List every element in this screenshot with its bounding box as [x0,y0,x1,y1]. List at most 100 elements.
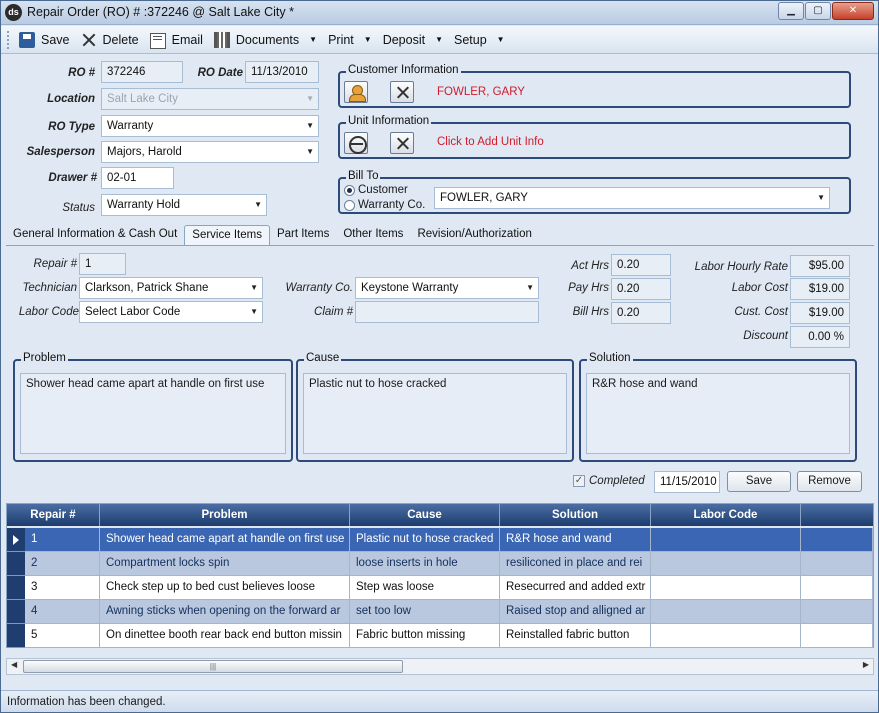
cell-cause[interactable]: Step was loose [350,576,500,600]
table-row[interactable]: 2 Compartment locks spin loose inserts i… [7,552,873,576]
tab-service-items[interactable]: Service Items [184,225,270,246]
solution-textarea[interactable]: R&R hose and wand [586,373,850,454]
cell-labor-code[interactable] [651,552,801,576]
status-select[interactable]: Warranty Hold [101,194,267,216]
labor-cost-field[interactable]: $19.00 [790,278,850,300]
setup-menu[interactable]: Setup ▼ [451,29,513,51]
cell-problem[interactable]: On dinettee booth rear back end button m… [100,624,350,648]
completed-date-field[interactable]: 11/15/2010 [654,471,720,493]
column-header-problem[interactable]: Problem [100,504,350,526]
ro-date-field[interactable]: 11/13/2010 [245,61,319,83]
drawer-label: Drawer # [48,172,97,184]
close-icon[interactable]: ✕ [832,2,874,20]
add-unit-info-link[interactable]: Click to Add Unit Info [437,136,544,148]
clear-unit-button[interactable] [390,132,414,154]
scrollbar-thumb[interactable]: ||| [23,660,403,673]
cell-problem[interactable]: Compartment locks spin [100,552,350,576]
maximize-icon[interactable]: ▢ [805,2,831,20]
table-row[interactable]: 1 Shower head came apart at handle on fi… [7,528,873,552]
discount-field[interactable]: 0.00 % [790,326,850,348]
cell-cause[interactable]: Fabric button missing [350,624,500,648]
act-hrs-field[interactable]: 0.20 [611,254,671,276]
cell-solution[interactable]: R&R hose and wand [500,528,651,552]
print-menu[interactable]: Print ▼ [325,29,380,51]
remove-item-button[interactable]: Remove [797,471,862,492]
cell-blank [801,600,873,624]
cell-repair[interactable]: 3 [25,576,100,600]
column-header-cause[interactable]: Cause [350,504,500,526]
select-customer-button[interactable] [344,81,368,103]
chevron-down-icon: ▼ [496,35,505,44]
cust-cost-field[interactable]: $19.00 [790,302,850,324]
bill-to-warranty-radio[interactable]: Warranty Co. [344,199,425,211]
deposit-menu[interactable]: Deposit ▼ [380,29,451,51]
cell-repair[interactable]: 1 [25,528,100,552]
bill-to-title: Bill To [346,170,381,182]
drawer-field[interactable]: 02-01 [101,167,174,189]
documents-menu[interactable]: Documents ▼ [211,29,325,51]
cell-labor-code[interactable] [651,600,801,624]
salesperson-select[interactable]: Majors, Harold [101,141,319,163]
save-item-button[interactable]: Save [727,471,791,492]
ro-number-field[interactable]: 372246 [101,61,183,83]
table-row[interactable]: 5 On dinettee booth rear back end button… [7,624,873,648]
cell-repair[interactable]: 5 [25,624,100,648]
horizontal-scrollbar[interactable]: ◀ ||| ▶ [6,658,874,675]
cell-repair[interactable]: 2 [25,552,100,576]
cell-problem[interactable]: Awning sticks when opening on the forwar… [100,600,350,624]
email-button[interactable]: Email [147,29,211,51]
scroll-right-icon[interactable]: ▶ [863,660,869,669]
row-selector[interactable] [7,576,25,600]
grid-header: Repair # Problem Cause Solution Labor Co… [7,504,873,526]
scroll-left-icon[interactable]: ◀ [11,660,17,669]
cell-problem[interactable]: Shower head came apart at handle on firs… [100,528,350,552]
bill-hrs-field[interactable]: 0.20 [611,302,671,324]
tab-part-items[interactable]: Part Items [270,225,336,246]
location-select[interactable]: Salt Lake City [101,88,319,110]
cell-solution[interactable]: Raised stop and alligned ar [500,600,651,624]
column-header-repair[interactable]: Repair # [7,504,100,526]
repair-number-field[interactable]: 1 [79,253,126,275]
cell-problem[interactable]: Check step up to bed cust believes loose [100,576,350,600]
row-selector[interactable] [7,624,25,648]
completed-checkbox[interactable]: ✓ [573,475,585,487]
cell-cause[interactable]: set too low [350,600,500,624]
cell-repair[interactable]: 4 [25,600,100,624]
column-header-solution[interactable]: Solution [500,504,651,526]
labor-hourly-rate-field[interactable]: $95.00 [790,255,850,277]
cell-labor-code[interactable] [651,624,801,648]
row-selector[interactable] [7,552,25,576]
cell-solution[interactable]: Resecurred and added extr [500,576,651,600]
cause-textarea[interactable]: Plastic nut to hose cracked [303,373,567,454]
row-selector[interactable] [7,600,25,624]
claim-number-field[interactable] [355,301,539,323]
bill-to-select[interactable]: FOWLER, GARY [434,187,830,209]
labor-code-select[interactable]: Select Labor Code [79,301,263,323]
save-button[interactable]: Save [16,29,78,51]
table-row[interactable]: 4 Awning sticks when opening on the forw… [7,600,873,624]
title-bar: ds Repair Order (RO) # :372246 @ Salt La… [1,1,878,25]
tab-general-information[interactable]: General Information & Cash Out [6,225,184,246]
technician-select[interactable]: Clarkson, Patrick Shane [79,277,263,299]
ro-type-select[interactable]: Warranty [101,115,319,137]
bill-to-customer-radio[interactable]: Customer [344,184,408,196]
customer-name[interactable]: FOWLER, GARY [437,86,525,98]
delete-button[interactable]: Delete [78,29,147,51]
cell-cause[interactable]: loose inserts in hole [350,552,500,576]
column-header-labor-code[interactable]: Labor Code [651,504,801,526]
row-selector[interactable] [7,528,25,552]
cell-solution[interactable]: resiliconed in place and rei [500,552,651,576]
problem-textarea[interactable]: Shower head came apart at handle on firs… [20,373,286,454]
pay-hrs-field[interactable]: 0.20 [611,278,671,300]
clear-customer-button[interactable] [390,81,414,103]
table-row[interactable]: 3 Check step up to bed cust believes loo… [7,576,873,600]
cell-labor-code[interactable] [651,528,801,552]
tab-other-items[interactable]: Other Items [336,225,410,246]
tab-revision-authorization[interactable]: Revision/Authorization [410,225,538,246]
cell-solution[interactable]: Reinstalled fabric button [500,624,651,648]
warranty-co-select[interactable]: Keystone Warranty [355,277,539,299]
select-unit-button[interactable] [344,132,368,154]
cell-cause[interactable]: Plastic nut to hose cracked [350,528,500,552]
minimize-icon[interactable]: ▁ [778,2,804,20]
cell-labor-code[interactable] [651,576,801,600]
